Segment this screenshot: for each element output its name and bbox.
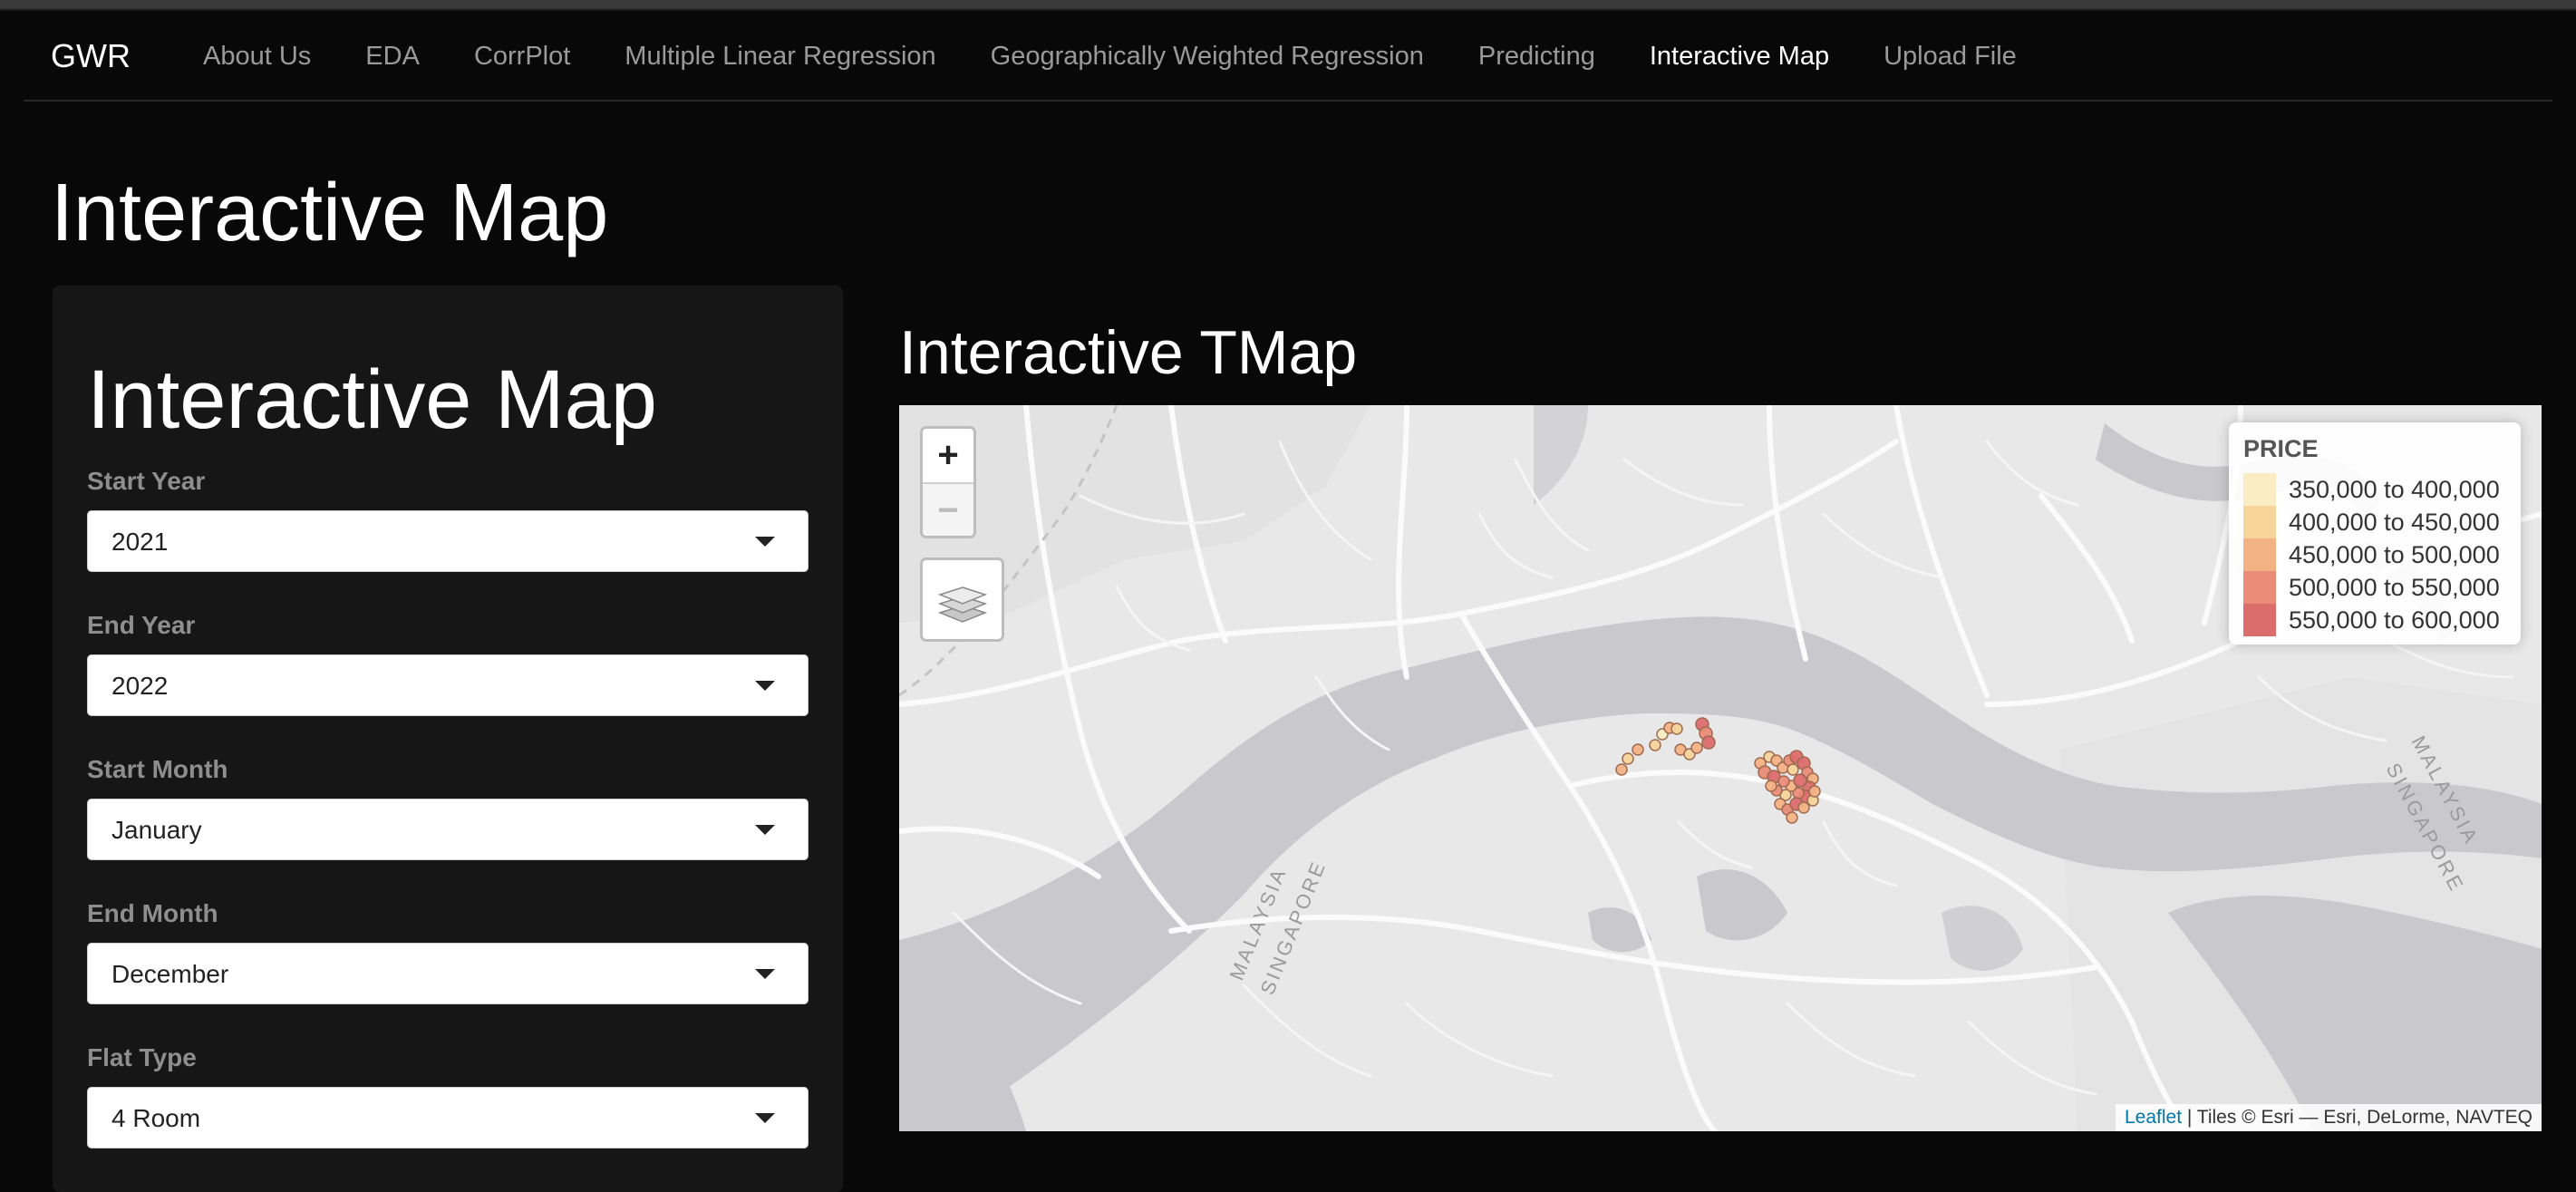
legend-swatch [2243,506,2276,538]
flat-type-select[interactable]: 4 Room [87,1087,809,1148]
map-title: Interactive TMap [899,318,1358,387]
zoom-control: + − [920,426,976,538]
start-month-value: January [111,816,202,844]
end-year-select[interactable]: 2022 [87,654,809,716]
legend-title: PRICE [2243,435,2319,462]
end-month-select[interactable]: December [87,943,809,1004]
legend-swatch [2243,538,2276,571]
end-month-value: December [111,960,229,988]
start-month-label: Start Month [87,755,228,783]
layers-icon [937,586,988,623]
flat-type-label: Flat Type [87,1043,197,1071]
nav-link-multiple-linear-regression[interactable]: Multiple Linear Regression [597,11,963,102]
leaflet-link[interactable]: Leaflet [2125,1107,2182,1128]
end-year-label: End Year [87,611,196,639]
legend-swatch [2243,604,2276,636]
sidebar-title: Interactive Map [87,354,657,446]
start-year-label: Start Year [87,467,206,495]
chevron-down-icon [755,969,775,979]
legend-swatch [2243,571,2276,604]
layers-control-button[interactable] [920,557,1004,642]
navbar: GWR About Us EDA CorrPlot Multiple Linea… [24,11,2552,102]
zoom-out-button[interactable]: − [923,484,973,536]
window-top-strip [0,0,2576,9]
flat-type-value: 4 Room [111,1104,201,1132]
end-month-label: End Month [87,899,218,927]
chevron-down-icon [755,537,775,547]
end-year-value: 2022 [111,672,169,700]
chevron-down-icon [755,825,775,835]
nav-link-predicting[interactable]: Predicting [1451,11,1622,102]
nav-links: About Us EDA CorrPlot Multiple Linear Re… [176,11,2044,102]
nav-link-eda[interactable]: EDA [338,11,447,102]
legend-swatch [2243,473,2276,506]
legend-label: 550,000 to 600,000 [2289,606,2500,634]
legend-label: 450,000 to 500,000 [2289,541,2500,568]
legend-label: 500,000 to 550,000 [2289,574,2500,601]
zoom-in-button[interactable]: + [923,429,973,482]
navbar-brand[interactable]: GWR [51,11,131,102]
chevron-down-icon [755,681,775,691]
start-year-select[interactable]: 2021 [87,510,809,572]
map-attribution: Leaflet | Tiles © Esri — Esri, DeLorme, … [2115,1104,2542,1131]
price-legend: PRICE 350,000 to 400,000 400,000 to 450,… [2229,422,2521,644]
legend-label: 350,000 to 400,000 [2289,476,2500,503]
legend-label: 400,000 to 450,000 [2289,509,2500,536]
attribution-text: | Tiles © Esri — Esri, DeLorme, NAVTEQ [2182,1107,2532,1128]
nav-link-upload-file[interactable]: Upload File [1856,11,2044,102]
start-year-value: 2021 [111,528,169,556]
nav-link-interactive-map[interactable]: Interactive Map [1622,11,1856,102]
nav-link-corrplot[interactable]: CorrPlot [447,11,597,102]
nav-link-geographically-weighted-regression[interactable]: Geographically Weighted Regression [964,11,1451,102]
chevron-down-icon [755,1113,775,1123]
nav-link-about-us[interactable]: About Us [176,11,338,102]
sidebar-panel: Interactive Map Start Year 2021 End Year… [53,286,843,1192]
start-month-select[interactable]: January [87,799,809,860]
page-title: Interactive Map [51,168,609,258]
leaflet-map[interactable]: MALAYSIA SINGAPORE MALAYSIA SINGAPORE + … [899,405,2542,1131]
